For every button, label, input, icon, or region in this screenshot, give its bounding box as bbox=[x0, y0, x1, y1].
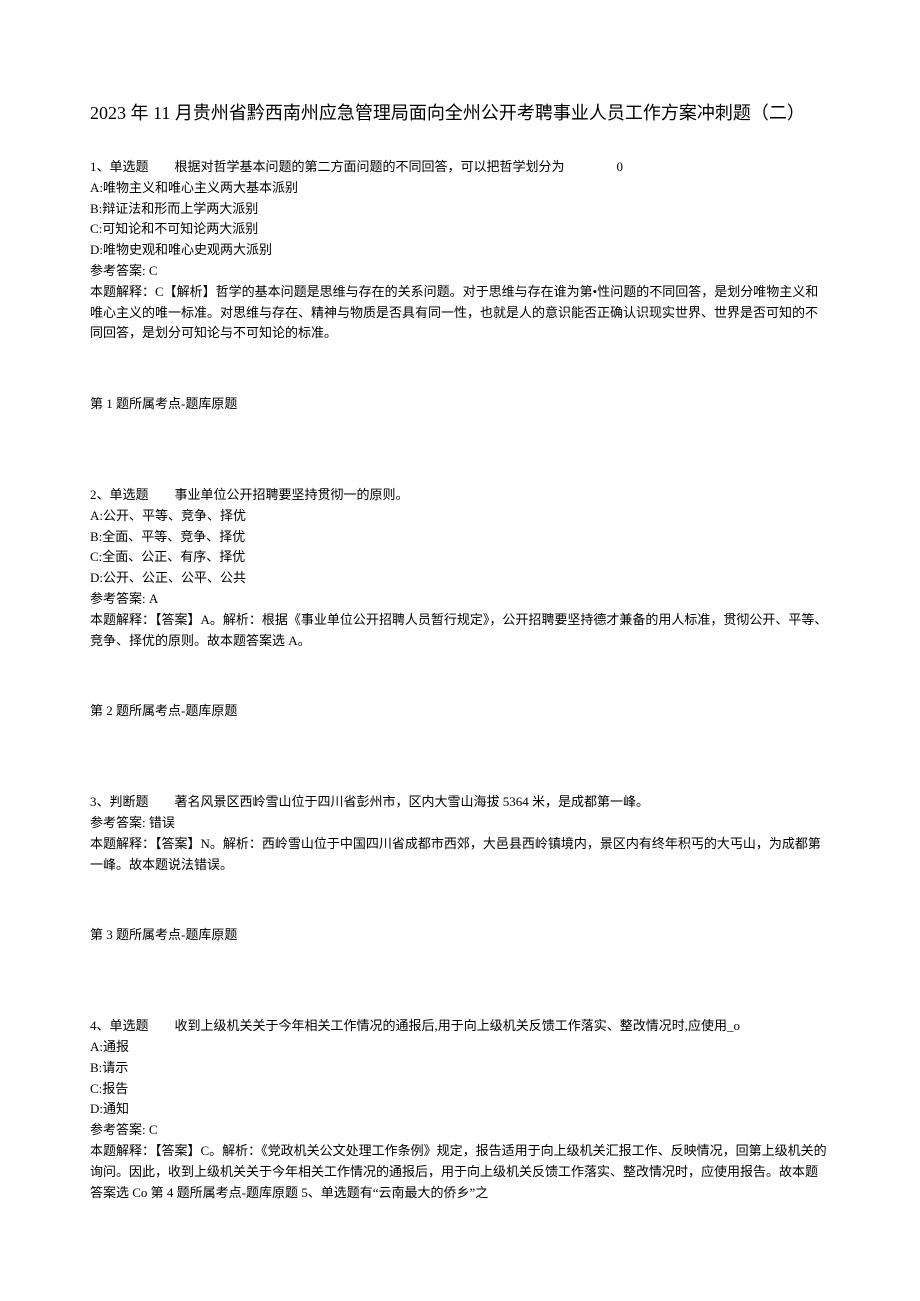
q2-stem: 2、单选题 事业单位公开招聘要坚持贯彻一的原则。 bbox=[90, 485, 830, 506]
q1-answer: 参考答案: C bbox=[90, 261, 830, 282]
q1-option-c: C:可知论和不可知论两大派别 bbox=[90, 219, 830, 240]
q1-option-b: B:辩证法和形而上学两大派别 bbox=[90, 199, 830, 220]
q1-option-d: D:唯物史观和唯心史观两大派别 bbox=[90, 240, 830, 261]
q4-stem: 4、单选题 收到上级机关关于今年相关工作情况的通报后,用于向上级机关反馈工作落实… bbox=[90, 1016, 830, 1037]
q4-option-b: B:请示 bbox=[90, 1058, 830, 1079]
q4-option-c: C:报告 bbox=[90, 1079, 830, 1100]
document-title: 2023 年 11 月贵州省黔西南州应急管理局面向全州公开考聘事业人员工作方案冲… bbox=[90, 100, 830, 127]
q3-answer: 参考答案: 错误 bbox=[90, 813, 830, 834]
question-1: 1、单选题 根据对哲学基本问题的第二方面问题的不同回答，可以把哲学划分为 0 A… bbox=[90, 157, 830, 415]
question-3: 3、判断题 著名风景区西岭雪山位于四川省彭州市，区内大雪山海拔 5364 米，是… bbox=[90, 792, 830, 946]
q4-option-d: D:通知 bbox=[90, 1099, 830, 1120]
q2-answer: 参考答案: A bbox=[90, 589, 830, 610]
q1-option-a: A:唯物主义和唯心主义两大基本派别 bbox=[90, 178, 830, 199]
q3-topic: 第 3 题所属考点-题库原题 bbox=[90, 925, 830, 946]
question-4: 4、单选题 收到上级机关关于今年相关工作情况的通报后,用于向上级机关反馈工作落实… bbox=[90, 1016, 830, 1203]
q1-topic: 第 1 题所属考点-题库原题 bbox=[90, 394, 830, 415]
q2-option-b: B:全面、平等、竞争、择优 bbox=[90, 527, 830, 548]
q2-option-c: C:全面、公正、有序、择优 bbox=[90, 547, 830, 568]
q2-option-a: A:公开、平等、竞争、择优 bbox=[90, 506, 830, 527]
question-2: 2、单选题 事业单位公开招聘要坚持贯彻一的原则。 A:公开、平等、竞争、择优 B… bbox=[90, 485, 830, 722]
q3-stem: 3、判断题 著名风景区西岭雪山位于四川省彭州市，区内大雪山海拔 5364 米，是… bbox=[90, 792, 830, 813]
q2-topic: 第 2 题所属考点-题库原题 bbox=[90, 701, 830, 722]
q4-explanation: 本题解释：【答案】C。解析：《党政机关公文处理工作条例》规定，报告适用于向上级机… bbox=[90, 1141, 830, 1203]
q4-answer: 参考答案: C bbox=[90, 1120, 830, 1141]
q1-stem: 1、单选题 根据对哲学基本问题的第二方面问题的不同回答，可以把哲学划分为 0 bbox=[90, 157, 830, 178]
q2-explanation: 本题解释：【答案】A。解析：根据《事业单位公开招聘人员暂行规定》，公开招聘要坚持… bbox=[90, 610, 830, 652]
q3-explanation: 本题解释：【答案】N。解析：西岭雪山位于中国四川省成都市西郊，大邑县西岭镇境内，… bbox=[90, 834, 830, 876]
q4-option-a: A:通报 bbox=[90, 1037, 830, 1058]
q2-option-d: D:公开、公正、公平、公共 bbox=[90, 568, 830, 589]
q1-explanation: 本题解释：C【解析】哲学的基本问题是思维与存在的关系问题。对于思维与存在谁为第•… bbox=[90, 282, 830, 344]
